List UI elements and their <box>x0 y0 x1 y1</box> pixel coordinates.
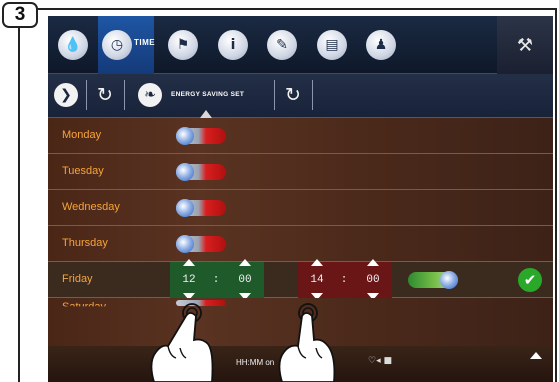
pointing-hand-icon <box>150 303 214 382</box>
next-icon[interactable]: ❯ <box>54 83 78 107</box>
day-toggle-friday[interactable] <box>408 271 458 289</box>
clock-icon: ◷ <box>102 30 132 60</box>
tab-time-label: TIME <box>134 38 156 47</box>
clock-refresh-icon[interactable]: ↻ <box>92 82 118 108</box>
day-toggle-wednesday[interactable] <box>176 199 226 217</box>
toggle-knob <box>176 235 194 253</box>
toggle-knob <box>176 127 194 145</box>
start-minute-up-arrow[interactable] <box>239 259 251 266</box>
time-format-hint: HH:MM on <box>236 358 275 367</box>
leaf-icon[interactable]: ❧ <box>138 83 162 107</box>
step-number-badge: 3 <box>2 2 38 28</box>
time-separator: : <box>340 274 348 286</box>
time-separator: : <box>212 274 220 286</box>
wrench-icon: ⚒ <box>516 34 534 56</box>
tab-energy-saving-set[interactable]: ENERGY SAVING SET <box>171 91 244 98</box>
info-icon[interactable]: i <box>218 30 248 60</box>
day-label: Wednesday <box>62 201 120 213</box>
day-row-wednesday: Wednesday <box>48 190 553 226</box>
end-hour-value[interactable]: 14 <box>306 274 328 286</box>
settings-button[interactable]: ⚒ <box>497 16 553 74</box>
edit-icon[interactable]: ✎ <box>267 30 297 60</box>
calendar-icon[interactable]: ▤ <box>317 30 347 60</box>
tab-divider <box>274 80 275 110</box>
tab-divider <box>312 80 313 110</box>
day-label: Monday <box>62 129 102 141</box>
toggle-knob <box>176 163 194 181</box>
day-row-tuesday: Tuesday <box>48 154 553 190</box>
end-hour-up-arrow[interactable] <box>311 259 323 266</box>
confirm-check-icon[interactable]: ✔ <box>518 268 542 292</box>
day-row-monday: Monday <box>48 118 553 154</box>
instruction-figure: 3 💧 ◷ TIME ⚑ i ✎ ▤ ♟ ⚒ ❯ ↻ ❧ ENERGY SAVI… <box>0 0 559 382</box>
sub-tab-bar: ❯ ↻ ❧ ENERGY SAVING SET ↻ <box>48 74 553 118</box>
tab-time[interactable]: ◷ TIME <box>98 16 156 74</box>
day-toggle-tuesday[interactable] <box>176 163 226 181</box>
start-minute-value[interactable]: 00 <box>234 274 256 286</box>
end-time-editor: 14 : 00 <box>298 259 392 300</box>
scroll-up-icon[interactable] <box>530 352 542 359</box>
day-row-thursday: Thursday <box>48 226 553 262</box>
pointing-hand-icon <box>278 303 336 382</box>
start-hour-value[interactable]: 12 <box>178 274 200 286</box>
water-drop-icon[interactable]: 💧 <box>58 30 88 60</box>
day-label: Friday <box>62 273 93 285</box>
tab-divider <box>124 80 125 110</box>
water-refresh-icon[interactable]: ↻ <box>280 82 306 108</box>
top-nav-bar: 💧 ◷ TIME ⚑ i ✎ ▤ ♟ ⚒ <box>48 16 553 74</box>
day-label: Thursday <box>62 237 108 249</box>
end-minute-value[interactable]: 00 <box>362 274 384 286</box>
flag-icon[interactable]: ⚑ <box>168 30 198 60</box>
start-hour-up-arrow[interactable] <box>183 259 195 266</box>
active-tab-pointer <box>200 110 212 118</box>
toggle-knob <box>176 199 194 217</box>
end-minute-up-arrow[interactable] <box>367 259 379 266</box>
start-time-editor: 12 : 00 <box>170 259 264 300</box>
day-toggle-monday[interactable] <box>176 127 226 145</box>
day-toggle-thursday[interactable] <box>176 235 226 253</box>
day-label: Tuesday <box>62 165 104 177</box>
day-label: Saturday <box>62 301 107 313</box>
toggle-knob <box>440 271 458 289</box>
tab-divider <box>86 80 87 110</box>
user-icon[interactable]: ♟ <box>366 30 396 60</box>
status-icons: ♡◂ ■ <box>368 356 392 366</box>
day-row-friday: Friday 12 : 00 14 : 00 ✔ <box>48 259 553 300</box>
